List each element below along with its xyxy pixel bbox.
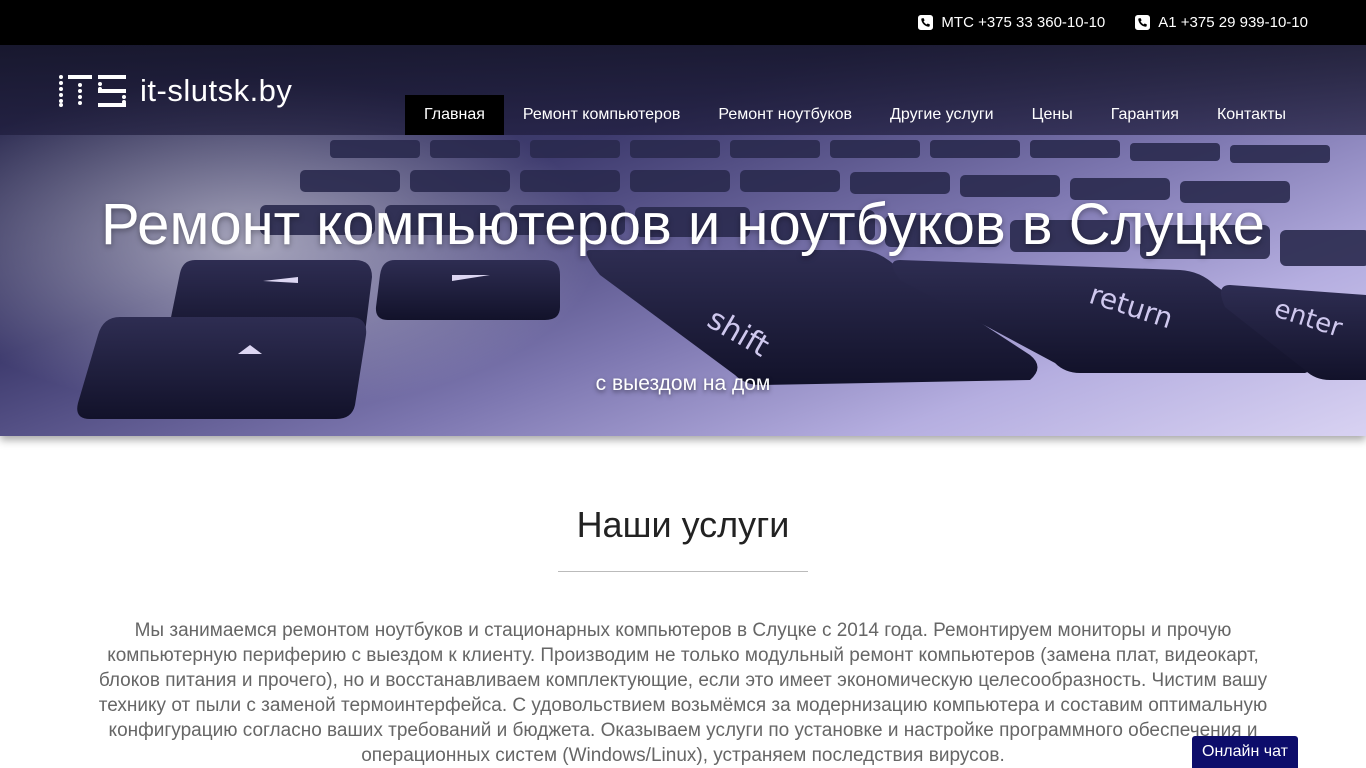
phone-a1[interactable]: A1 +375 29 939-10-10 <box>1135 14 1308 31</box>
hero-subtitle: с выездом на дом <box>595 372 771 395</box>
phone-list: МТС +375 33 360-10-10 A1 +375 29 939-10-… <box>918 0 1308 45</box>
hero-title: Ремонт компьютеров и ноутбуков в Слуцке <box>101 192 1265 257</box>
online-chat-button[interactable]: Онлайн чат <box>1192 736 1298 768</box>
services-description: Мы занимаемся ремонтом ноутбуков и стаци… <box>98 620 1268 766</box>
nav-item-computer-repair[interactable]: Ремонт компьютеров <box>504 95 699 135</box>
phone-icon <box>1135 15 1151 30</box>
services-title: Наши услуги <box>576 504 790 545</box>
nav-item-home[interactable]: Главная <box>405 95 504 135</box>
title-divider <box>558 571 808 572</box>
nav-item-other-services[interactable]: Другие услуги <box>871 95 1013 135</box>
nav-item-contacts[interactable]: Контакты <box>1198 95 1305 135</box>
phone-a1-text: A1 +375 29 939-10-10 <box>1158 14 1308 31</box>
its-logo-icon <box>59 75 126 107</box>
top-bar: МТС +375 33 360-10-10 A1 +375 29 939-10-… <box>0 0 1366 45</box>
nav-item-prices[interactable]: Цены <box>1013 95 1092 135</box>
nav-item-warranty[interactable]: Гарантия <box>1092 95 1198 135</box>
logo-text: it-slutsk.by <box>140 73 293 108</box>
phone-icon <box>918 15 934 30</box>
hero-banner: shift return enter it-slutsk.by Главная <box>0 45 1366 436</box>
nav-item-laptop-repair[interactable]: Ремонт ноутбуков <box>699 95 871 135</box>
main-nav: Главная Ремонт компьютеров Ремонт ноутбу… <box>405 95 1305 135</box>
site-logo[interactable]: it-slutsk.by <box>58 73 292 109</box>
phone-mts-text: МТС +375 33 360-10-10 <box>941 14 1106 31</box>
phone-mts[interactable]: МТС +375 33 360-10-10 <box>918 14 1105 31</box>
